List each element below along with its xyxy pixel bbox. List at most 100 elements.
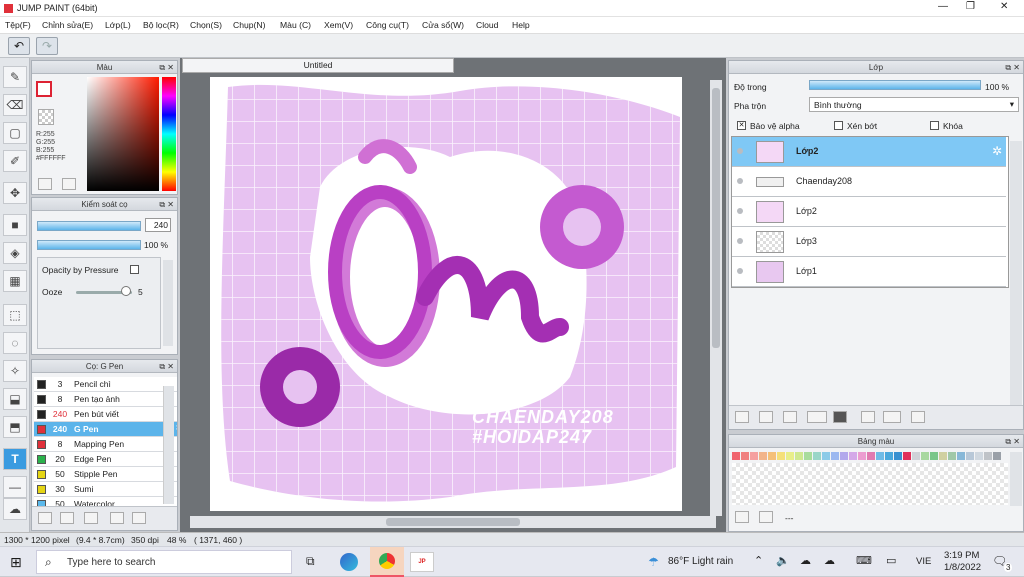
delete-palette-color-icon[interactable] bbox=[759, 511, 773, 523]
palette-swatch[interactable] bbox=[795, 452, 803, 460]
palette-swatch[interactable] bbox=[858, 452, 866, 460]
palette-swatch[interactable] bbox=[813, 452, 821, 460]
layer-row[interactable]: Lớp2 bbox=[732, 197, 1006, 227]
maximize-icon[interactable]: ❐ bbox=[966, 1, 975, 12]
palette-swatch[interactable] bbox=[750, 452, 758, 460]
add-palette-color-icon[interactable] bbox=[735, 511, 749, 523]
import-brush-icon[interactable] bbox=[110, 512, 124, 524]
palette-swatch[interactable] bbox=[831, 452, 839, 460]
taskbar-search[interactable]: ⌕ Type here to search bbox=[36, 550, 292, 574]
gradient-tool-icon[interactable]: ▦ bbox=[3, 270, 27, 292]
brush-list-item[interactable]: 8 Mapping Pen bbox=[34, 437, 177, 452]
brush-list-item[interactable]: 20 Edge Pen bbox=[34, 452, 177, 467]
text-tool-icon[interactable]: T bbox=[3, 448, 27, 470]
brush-folder-icon[interactable] bbox=[132, 512, 146, 524]
palette-swatch[interactable] bbox=[948, 452, 956, 460]
brush-ctrl-scrollbar[interactable] bbox=[163, 260, 173, 346]
visibility-icon[interactable] bbox=[737, 178, 743, 184]
palette-swatch[interactable] bbox=[894, 452, 902, 460]
panel-close-icon[interactable]: ⧉ ✕ bbox=[159, 61, 174, 74]
visibility-icon[interactable] bbox=[737, 148, 743, 154]
ooze-slider-knob[interactable] bbox=[121, 286, 132, 296]
select-pen-icon[interactable]: ⬓ bbox=[3, 388, 27, 410]
brush-settings-icon[interactable] bbox=[38, 512, 52, 524]
layer-row[interactable]: Lớp1 bbox=[732, 257, 1006, 287]
menu-window[interactable]: Cửa sổ(W) bbox=[422, 20, 464, 30]
clip-checkbox[interactable] bbox=[834, 121, 843, 130]
marquee-tool-icon[interactable]: ⬚ bbox=[3, 304, 27, 326]
task-view-icon[interactable]: ⧉ bbox=[306, 554, 315, 569]
palette-swatch[interactable] bbox=[759, 452, 767, 460]
layer-row[interactable]: Lớp3 bbox=[732, 227, 1006, 257]
lock-checkbox[interactable] bbox=[930, 121, 939, 130]
brush-size-slider[interactable] bbox=[37, 221, 141, 231]
redo-icon[interactable]: ↷ bbox=[36, 37, 58, 55]
gear-icon[interactable]: ✲ bbox=[992, 144, 1002, 158]
windows-start-icon[interactable]: ⊞ bbox=[10, 554, 22, 571]
palette-swatch[interactable] bbox=[867, 452, 875, 460]
clock-date[interactable]: 1/8/2022 bbox=[944, 562, 981, 573]
select-eraser-icon[interactable]: ⬒ bbox=[3, 416, 27, 438]
brush-list-item[interactable]: 240 G Pen ✲ bbox=[34, 422, 177, 437]
layer-row[interactable]: Lớp2 ✲ bbox=[732, 137, 1006, 167]
opacity-pressure-checkbox[interactable] bbox=[130, 265, 139, 274]
edge-icon[interactable] bbox=[340, 553, 358, 571]
canvas-vscroll-thumb[interactable] bbox=[712, 88, 720, 348]
lasso-tool-icon[interactable]: ◌ bbox=[3, 332, 27, 354]
clock-time[interactable]: 3:19 PM bbox=[944, 550, 979, 561]
smudge-tool-icon[interactable]: ✐ bbox=[3, 150, 27, 172]
palette-scrollbar[interactable] bbox=[1010, 452, 1022, 506]
color-option2-icon[interactable] bbox=[62, 178, 76, 190]
palette-swatch[interactable] bbox=[975, 452, 983, 460]
palette-swatch[interactable] bbox=[930, 452, 938, 460]
document-tab[interactable]: Untitled bbox=[182, 58, 454, 73]
taskbar-chrome-active[interactable] bbox=[370, 547, 404, 577]
palette-swatch[interactable] bbox=[957, 452, 965, 460]
panel-close-icon[interactable]: ⧉ ✕ bbox=[1005, 61, 1020, 74]
palette-swatch[interactable] bbox=[912, 452, 920, 460]
close-icon[interactable]: ✕ bbox=[1000, 1, 1008, 12]
menu-view[interactable]: Xem(V) bbox=[324, 20, 353, 30]
palette-swatch[interactable] bbox=[840, 452, 848, 460]
panel-close-icon[interactable]: ⧉ ✕ bbox=[159, 360, 174, 373]
palette-swatch[interactable] bbox=[786, 452, 794, 460]
brush-list-item[interactable]: 8 Pen tạo ảnh bbox=[34, 392, 177, 407]
move-tool-icon[interactable]: ✥ bbox=[3, 182, 27, 204]
undo-icon[interactable]: ↶ bbox=[8, 37, 30, 55]
canvas-vscroll[interactable] bbox=[710, 80, 722, 516]
language-indicator[interactable]: VIE bbox=[916, 556, 931, 567]
menu-color[interactable]: Màu (C) bbox=[280, 20, 311, 30]
volume-icon[interactable]: 🔈 bbox=[776, 554, 790, 567]
palette-swatch[interactable] bbox=[732, 452, 740, 460]
palette-swatch[interactable] bbox=[768, 452, 776, 460]
canvas-hscroll[interactable] bbox=[190, 516, 716, 528]
new-layer-3-icon[interactable] bbox=[783, 411, 797, 423]
brush-size-field[interactable]: 240 bbox=[145, 218, 171, 232]
duplicate-layer-icon[interactable] bbox=[861, 411, 875, 423]
hand-tool-icon[interactable]: ☁ bbox=[3, 498, 27, 520]
visibility-icon[interactable] bbox=[737, 208, 743, 214]
delete-layer-icon[interactable] bbox=[911, 411, 925, 423]
foreground-color-swatch[interactable] bbox=[36, 81, 52, 97]
palette-swatch[interactable] bbox=[921, 452, 929, 460]
gear-icon[interactable]: ✲ bbox=[176, 423, 177, 434]
onedrive-icon[interactable]: ☁ bbox=[824, 554, 835, 567]
visibility-icon[interactable] bbox=[737, 268, 743, 274]
cloud-icon[interactable]: ☁ bbox=[800, 554, 811, 567]
panel-close-icon[interactable]: ⧉ ✕ bbox=[1005, 435, 1020, 448]
canvas-hscroll-thumb[interactable] bbox=[386, 518, 520, 526]
palette-swatch[interactable] bbox=[822, 452, 830, 460]
layer-row[interactable]: Chaenday208 bbox=[732, 167, 1006, 197]
eraser-tool-icon[interactable]: ⌫ bbox=[3, 94, 27, 116]
divider-tool-icon[interactable]: — bbox=[3, 476, 27, 498]
palette-swatch[interactable] bbox=[885, 452, 893, 460]
brush-list-scrollbar[interactable] bbox=[163, 386, 174, 504]
layer-opacity-slider[interactable] bbox=[809, 80, 981, 90]
menu-filter[interactable]: Bộ lọc(R) bbox=[143, 20, 179, 30]
menu-cloud[interactable]: Cloud bbox=[476, 20, 498, 30]
brush-tool-icon[interactable]: ✎ bbox=[3, 66, 27, 88]
menu-select[interactable]: Chọn(S) bbox=[190, 20, 222, 30]
layer-type-dropdown-icon[interactable] bbox=[807, 411, 827, 423]
brush-opacity-slider[interactable] bbox=[37, 240, 141, 250]
menu-help[interactable]: Help bbox=[512, 20, 530, 30]
